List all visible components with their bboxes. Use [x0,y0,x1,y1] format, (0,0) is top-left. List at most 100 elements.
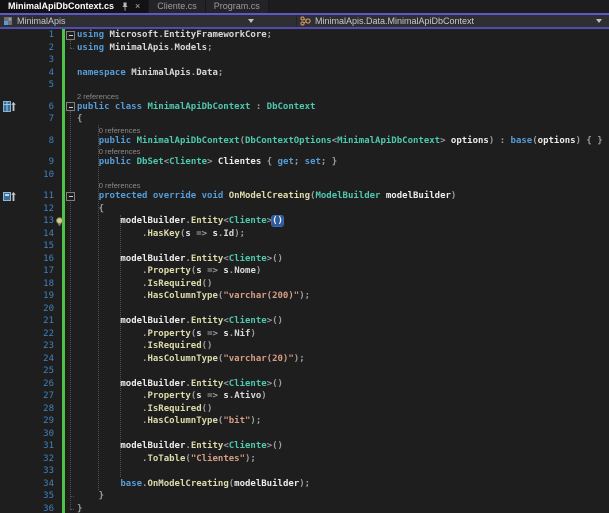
tab-program[interactable]: Program.cs [206,0,269,13]
code-line-9[interactable]: 9 public DbSet<Cliente> Clientes { get; … [0,156,609,169]
code-line-16[interactable]: 16 modelBuilder.Entity<Cliente>() [0,253,609,266]
code-line-20[interactable]: 20 [0,303,609,316]
code-line-4[interactable]: 4namespace MinimalApis.Data; [0,67,609,80]
code-line-28[interactable]: 28 .IsRequired() [0,403,609,416]
line-number: 18 [24,278,54,291]
pin-icon[interactable] [121,2,129,11]
code-line-24[interactable]: 24 .HasColumnType("varchar(20)"); [0,353,609,366]
token: MinimalApiDbContext [137,136,240,146]
code-line-32[interactable]: 32 .ToTable("Clientes"); [0,453,609,466]
line-number: 9 [24,156,54,169]
token: Entity [191,441,224,451]
code-line-6[interactable]: 6public class MinimalApiDbContext : DbCo… [0,101,609,114]
code-line-33[interactable]: 33 [0,465,609,478]
code-line-11[interactable]: 11 protected override void OnModelCreati… [0,190,609,203]
code-line-8[interactable]: 8 public MinimalApiDbContext(DbContextOp… [0,135,609,148]
code-line-1[interactable]: 1using Microsoft.EntityFrameworkCore; [0,29,609,42]
codelens-references[interactable]: 2 references [0,92,609,101]
token: . [77,454,147,464]
code-line-30[interactable]: 30 [0,428,609,441]
code-text: .Property(s => s.Ativo) [77,390,267,403]
fold-toggle[interactable] [66,192,75,201]
token: options [538,136,576,146]
code-line-13[interactable]: 13 modelBuilder.Entity<Cliente>() [0,215,609,228]
token: . [77,341,147,351]
type-dropdown[interactable]: MinimalApis.Data.MinimalApiDbContext [297,15,609,27]
line-number: 28 [24,403,54,416]
code-line-25[interactable]: 25 [0,365,609,378]
code-line-18[interactable]: 18 .IsRequired() [0,278,609,291]
code-line-36[interactable]: 36} [0,503,609,513]
token: ); [250,416,261,426]
line-number: 33 [24,465,54,478]
code-line-31[interactable]: 31 modelBuilder.Entity<Cliente>() [0,440,609,453]
tab-cliente[interactable]: Cliente.cs [149,0,206,13]
fold-toggle[interactable] [66,102,75,111]
token: MinimalApiDbContext [337,136,440,146]
code-line-35[interactable]: 35 } [0,490,609,503]
code-line-19[interactable]: 19 .HasColumnType("varchar(200)"); [0,290,609,303]
codelens-references[interactable]: 0 references [0,126,609,135]
code-text: .ToTable("Clientes"); [77,453,256,466]
code-editor[interactable]: 1using Microsoft.EntityFrameworkCore;2 us… [0,29,609,513]
token: ) [250,329,255,339]
token: . [77,354,147,364]
code-line-5[interactable]: 5 [0,79,609,92]
tab-minimalapidbcontext[interactable]: MinimalApiDbContext.cs × [0,0,149,13]
code-line-3[interactable]: 3 [0,54,609,67]
line-number: 29 [24,415,54,428]
token: modelBuilder [234,479,299,489]
code-text: modelBuilder.Entity<Cliente>() [77,440,283,453]
codelens-references[interactable]: 0 references [0,181,609,190]
token: . [77,291,147,301]
code-line-23[interactable]: 23 .IsRequired() [0,340,609,353]
code-line-22[interactable]: 22 .Property(s => s.Nif) [0,328,609,341]
code-text: namespace MinimalApis.Data; [77,67,223,80]
token: Cliente [229,254,267,264]
token: set [305,157,321,167]
token: Entity [191,379,224,389]
code-text: modelBuilder.Entity<Cliente>() [77,315,283,328]
code-text: { [77,113,82,126]
line-number: 24 [24,353,54,366]
code-line-2[interactable]: 2 using MinimalApis.Models; [0,42,609,55]
code-line-17[interactable]: 17 .Property(s => s.Nome) [0,265,609,278]
token: ); [245,454,256,464]
codelens-references[interactable]: 0 references [0,147,609,156]
code-line-7[interactable]: 7{ [0,113,609,126]
code-text: using MinimalApis.Models; [77,42,212,55]
code-line-12[interactable]: 12 { [0,203,609,216]
code-line-26[interactable]: 26 modelBuilder.Entity<Cliente>() [0,378,609,391]
tab-bar-filler [269,0,609,13]
token: modelBuilder [120,254,185,264]
code-line-14[interactable]: 14 .HasKey(s => s.Id); [0,228,609,241]
code-line-10[interactable]: 10 [0,169,609,182]
token: MinimalApis [131,68,191,78]
code-line-29[interactable]: 29 .HasColumnType("bit"); [0,415,609,428]
line-number: 2 [24,42,54,55]
code-line-27[interactable]: 27 .Property(s => s.Ativo) [0,390,609,403]
token: DbContext [267,102,316,112]
token: "bit" [223,416,250,426]
token: OnModelCreating [147,479,228,489]
line-number: 8 [24,135,54,148]
line-number: 34 [24,478,54,491]
token: ) [261,391,266,401]
token: : [250,102,266,112]
project-dropdown[interactable]: MinimalApis [0,15,297,27]
code-line-34[interactable]: 34 base.OnModelCreating(modelBuilder); [0,478,609,491]
selected-text: () [272,216,283,226]
line-number: 36 [24,503,54,513]
token: get [278,157,294,167]
navigation-bar: MinimalApis MinimalApis.Data.MinimalApiD… [0,15,609,27]
token: } [77,491,104,501]
chevron-down-icon [248,19,254,23]
code-line-15[interactable]: 15 [0,240,609,253]
token: ; [207,43,212,53]
token: Ativo [234,391,261,401]
code-line-21[interactable]: 21 modelBuilder.Entity<Cliente>() [0,315,609,328]
close-icon[interactable]: × [135,0,140,13]
token: ); [299,291,310,301]
fold-toggle[interactable] [66,31,75,40]
code-text: .IsRequired() [77,278,212,291]
